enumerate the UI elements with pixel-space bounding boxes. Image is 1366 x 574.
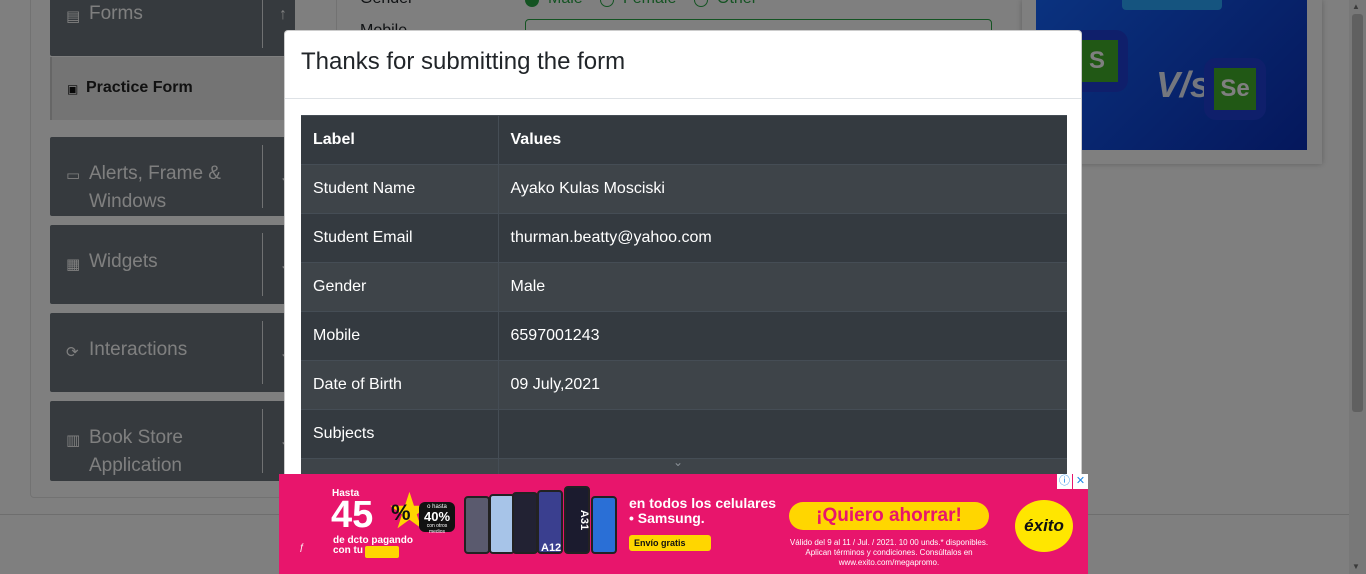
row-value: 6597001243	[498, 311, 1067, 361]
bottom-ad-banner[interactable]: ⓘ ✕ Hasta 45 ★ % o hasta 40% con otros m…	[279, 474, 1088, 574]
card-icon	[365, 546, 399, 558]
table-row: Date of Birth 09 July,2021	[301, 360, 1067, 410]
submission-table: Label Values Student Name Ayako Kulas Mo…	[301, 115, 1067, 508]
row-label: Subjects	[301, 409, 499, 459]
phone-model-label: A12	[541, 542, 562, 554]
bank-logo-icon: ƒ	[299, 542, 305, 552]
modal-header: Thanks for submitting the form	[285, 31, 1081, 99]
exito-logo: éxito	[1015, 500, 1073, 552]
page-root: ▤ Forms ↑ ▣ Practice Form ▭ Alerts, Fram…	[0, 0, 1366, 574]
ad-fine-print: Válido del 9 al 11 / Jul. / 2021. 10 00 …	[789, 538, 989, 567]
row-value: 09 July,2021	[498, 360, 1067, 410]
ad-free-shipping: Envío gratis	[629, 535, 711, 551]
table-row: Student Name Ayako Kulas Mosciski	[301, 164, 1067, 214]
phone-image	[591, 496, 617, 554]
table-header-row: Label Values	[301, 115, 1067, 165]
row-value: Male	[498, 262, 1067, 312]
ad-cta-button[interactable]: ¡Quiero ahorrar!	[789, 502, 989, 530]
table-row: Subjects	[301, 409, 1067, 459]
ad-badge-bottom: con otros medios	[426, 523, 448, 535]
ad-legal-vertical	[285, 502, 291, 562]
ad-big-number: 45	[331, 494, 374, 536]
ad-close-icon[interactable]: ✕	[1073, 474, 1088, 489]
phone-image	[512, 492, 538, 554]
row-label: Mobile	[301, 311, 499, 361]
ad-percent-sign: %	[391, 500, 411, 525]
table-row: Student Email thurman.beatty@yahoo.com	[301, 213, 1067, 263]
ad-secondary-discount-badge: o hasta 40% con otros medios	[419, 502, 455, 535]
row-label: Student Email	[301, 213, 499, 263]
ad-info-icon[interactable]: ⓘ	[1057, 474, 1072, 489]
phone-image	[464, 496, 490, 554]
ad-badge-value: 40%	[423, 509, 451, 524]
modal-title: Thanks for submitting the form	[301, 48, 626, 75]
ad-controls: ⓘ ✕	[1056, 474, 1088, 490]
ad-headline: en todos los celulares • Samsung.	[629, 495, 777, 526]
row-label: Student Name	[301, 164, 499, 214]
table-row: Gender Male	[301, 262, 1067, 312]
row-value	[498, 409, 1067, 459]
column-header-label: Label	[301, 115, 499, 165]
row-value: Ayako Kulas Mosciski	[498, 164, 1067, 214]
column-header-values: Values	[498, 115, 1067, 165]
chevron-down-icon[interactable]: ⌄	[673, 455, 683, 469]
row-value: thurman.beatty@yahoo.com	[498, 213, 1067, 263]
phone-model-label: A31	[578, 509, 591, 531]
row-label: Date of Birth	[301, 360, 499, 410]
table-row: Mobile 6597001243	[301, 311, 1067, 361]
row-label: Gender	[301, 262, 499, 312]
